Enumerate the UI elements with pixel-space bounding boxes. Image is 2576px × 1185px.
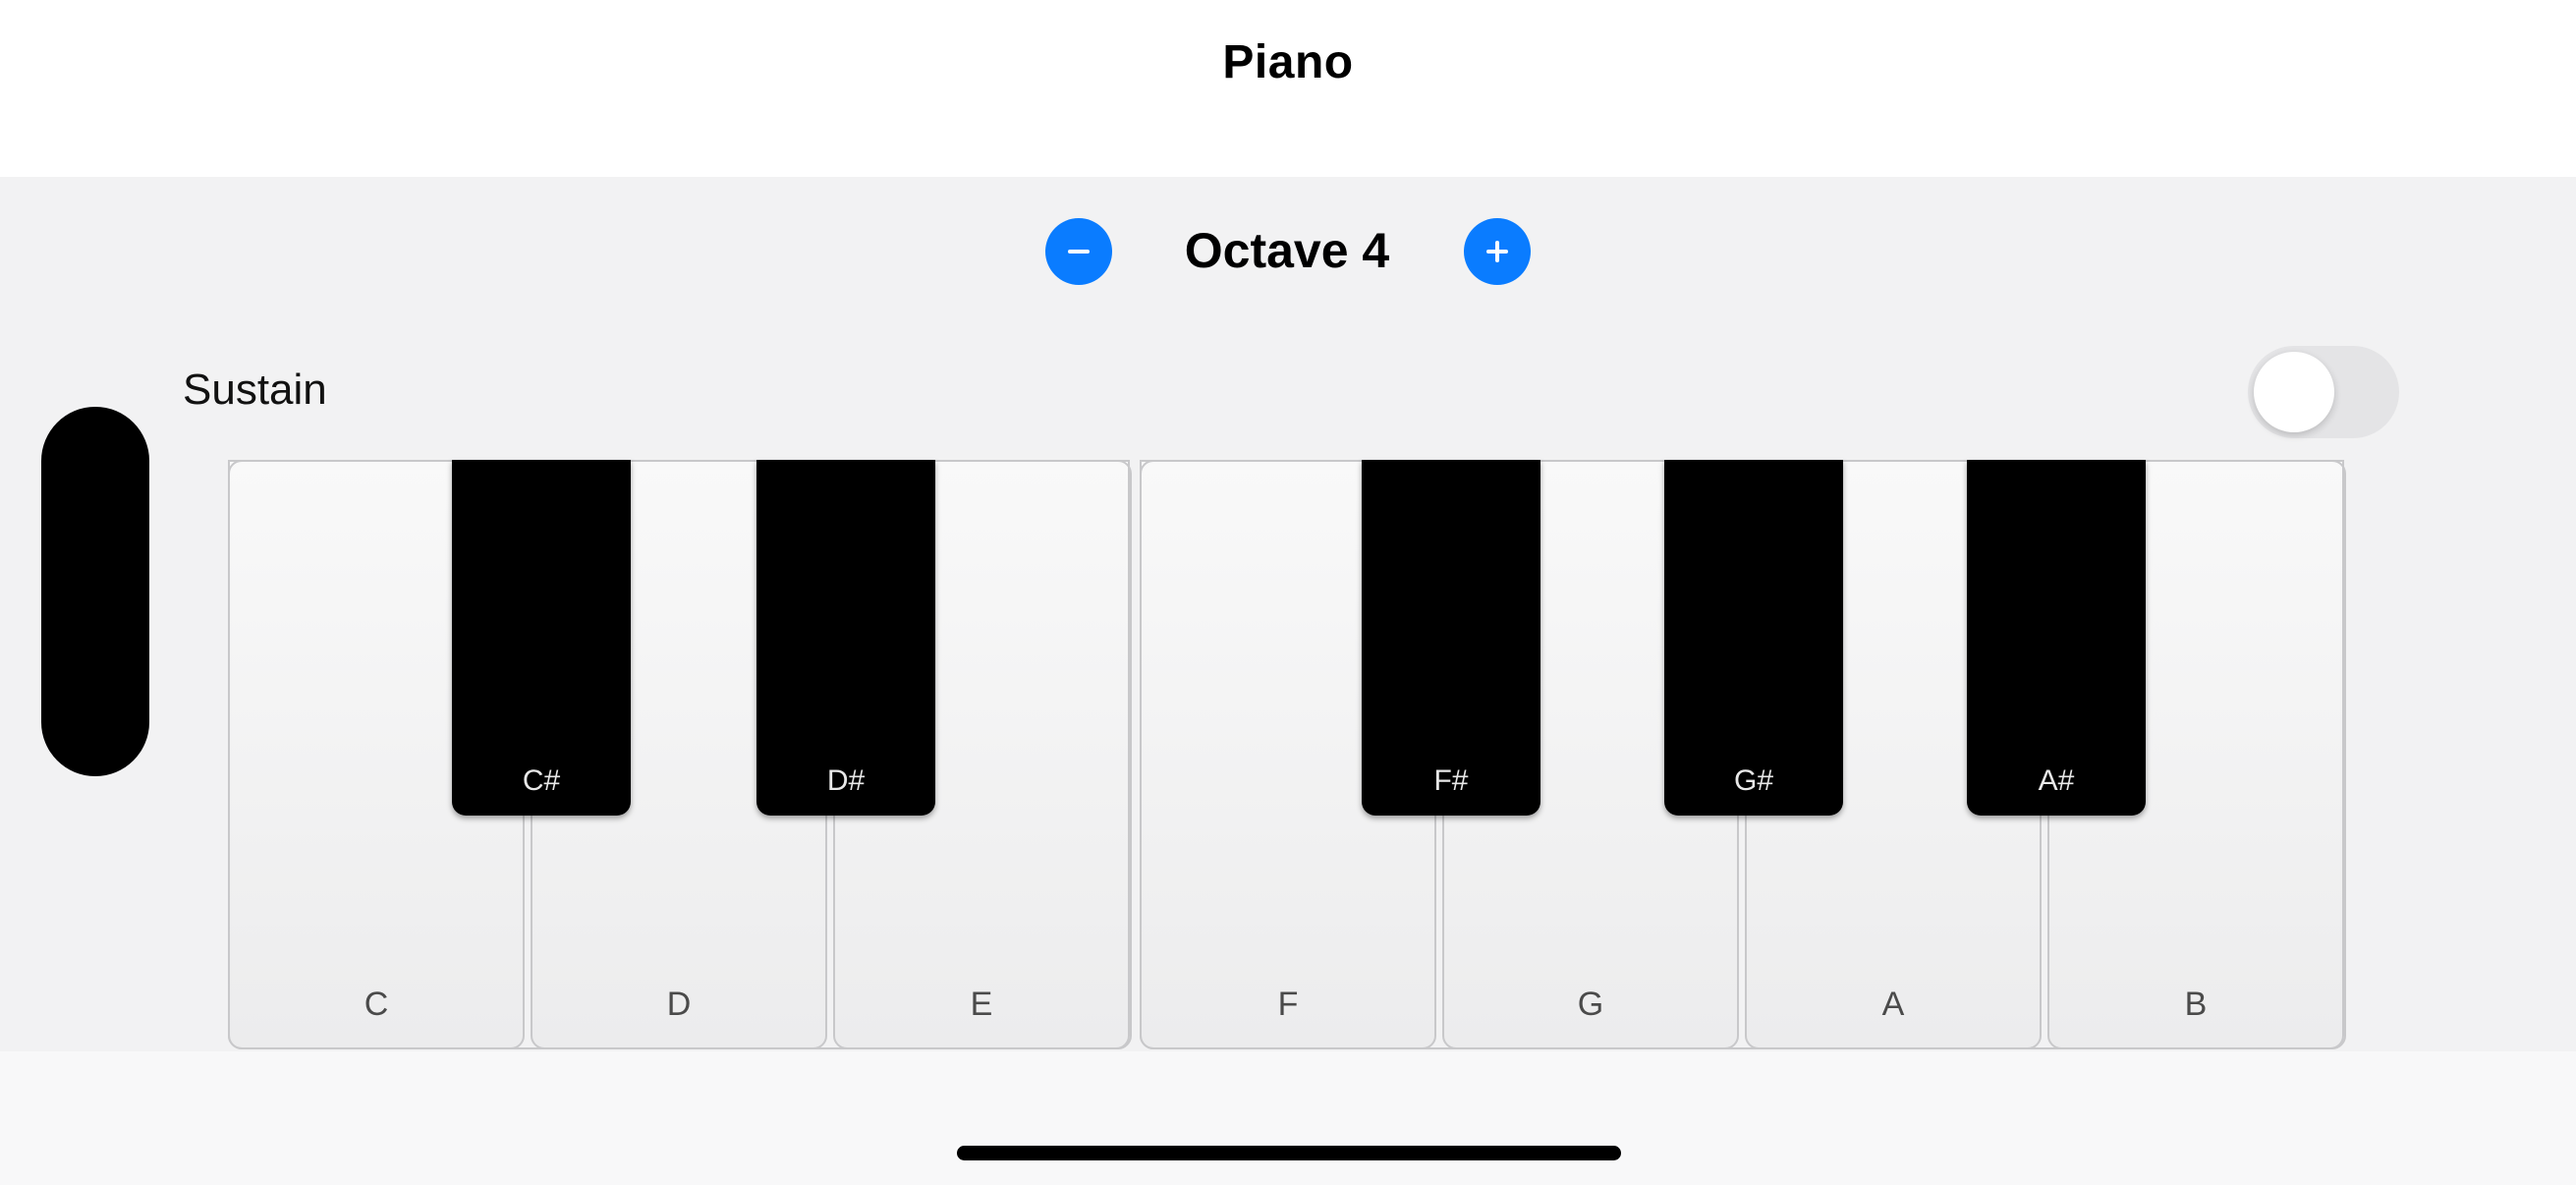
key-label: E bbox=[970, 986, 993, 1023]
octave-down-button[interactable] bbox=[1045, 218, 1112, 285]
page-title: Piano bbox=[1222, 36, 1354, 88]
home-indicator[interactable] bbox=[957, 1146, 1621, 1160]
key-label: G# bbox=[1733, 764, 1774, 797]
key-label: G bbox=[1577, 986, 1604, 1023]
key-label: D# bbox=[826, 764, 866, 797]
black-key-d-sharp[interactable]: D# bbox=[756, 460, 935, 816]
key-label: C bbox=[364, 986, 389, 1023]
key-label: C# bbox=[522, 764, 561, 797]
minus-icon bbox=[1068, 250, 1090, 254]
key-label: A bbox=[1881, 986, 1905, 1023]
sustain-label: Sustain bbox=[183, 366, 327, 414]
navigation-bar: Piano bbox=[0, 0, 2576, 177]
key-label: D bbox=[666, 986, 692, 1023]
black-key-g-sharp[interactable]: G# bbox=[1664, 460, 1843, 816]
bottom-area bbox=[0, 1051, 2576, 1185]
key-label: F bbox=[1277, 986, 1299, 1023]
key-label: B bbox=[2184, 986, 2208, 1023]
black-key-c-sharp[interactable]: C# bbox=[452, 460, 631, 816]
sustain-toggle[interactable] bbox=[2248, 346, 2399, 438]
octave-label: Octave 4 bbox=[1184, 223, 1390, 278]
black-key-f-sharp[interactable]: F# bbox=[1362, 460, 1540, 816]
black-key-a-sharp[interactable]: A# bbox=[1967, 460, 2146, 816]
piano-keyboard: C D E F G A B C# D# F# G# A# bbox=[228, 460, 2348, 1051]
plus-icon bbox=[1486, 241, 1508, 262]
key-label: A# bbox=[2038, 764, 2075, 797]
octave-up-button[interactable] bbox=[1464, 218, 1531, 285]
side-handle[interactable] bbox=[41, 407, 149, 776]
octave-controls: Octave 4 bbox=[0, 216, 2576, 285]
key-label: F# bbox=[1433, 764, 1469, 797]
toggle-knob bbox=[2254, 352, 2334, 432]
